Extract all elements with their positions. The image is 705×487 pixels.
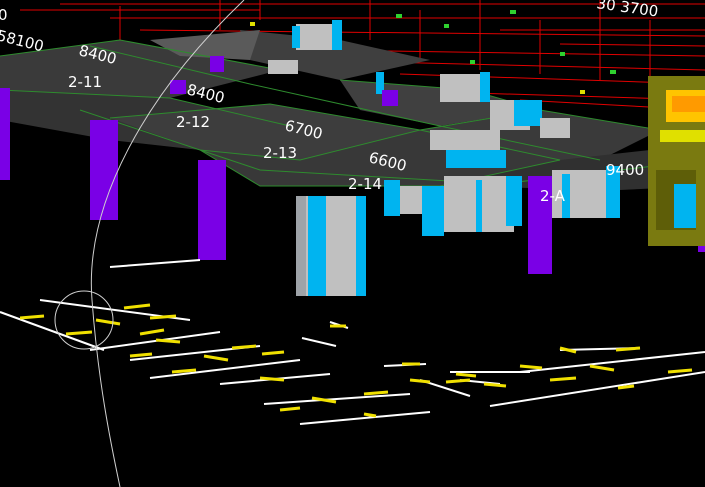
- grid-label-2-13: 2-13: [263, 144, 297, 162]
- grid-label-2-14: 2-14: [348, 175, 382, 193]
- grid-label-2-11: 2-11: [68, 73, 102, 91]
- grid-label-2-a: 2-A: [540, 187, 566, 205]
- dim-label-top-left: 0: [0, 6, 8, 24]
- 3d-model-viewport[interactable]: 0 58100 8400 8400 6700 6600 9400 30 3700…: [0, 0, 705, 487]
- model-scene[interactable]: 0 58100 8400 8400 6700 6600 9400 30 3700…: [0, 0, 705, 487]
- yellow-dimension-ticks: [19, 303, 693, 418]
- mechanical-equipment: [648, 76, 705, 246]
- grid-label-2-12: 2-12: [176, 113, 210, 131]
- dim-label-9400: 9400: [606, 161, 644, 179]
- dim-label-58100: 58100: [0, 26, 46, 55]
